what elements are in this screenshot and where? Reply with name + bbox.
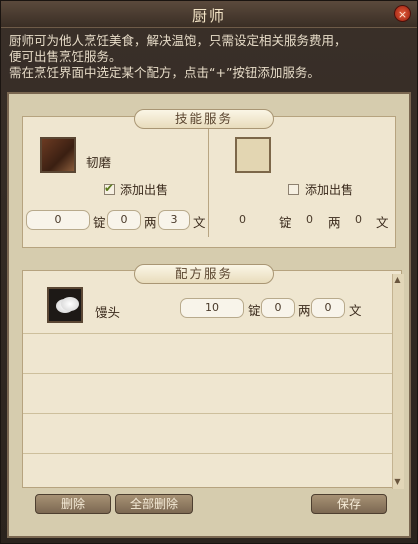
row-divider — [23, 453, 392, 454]
recipe-price-wen-input[interactable]: 0 — [311, 298, 345, 318]
price-liang-input-left[interactable]: 0 — [107, 210, 141, 230]
price-ding-input-left[interactable]: 0 — [26, 210, 90, 230]
row-divider — [23, 373, 392, 374]
title-bar[interactable]: 厨师 × — [1, 1, 417, 28]
close-button[interactable]: × — [394, 5, 411, 22]
recipe-price-ding-input[interactable]: 10 — [180, 298, 244, 318]
price-wen-input-left[interactable]: 3 — [158, 210, 190, 230]
description-line: 便可出售烹饪服务。 — [9, 49, 122, 64]
service-panel: 韧磨 添加出售 0 锭 0 两 3 文 添加出售 0 锭 0 两 0 文 技能服… — [7, 92, 411, 538]
row-divider — [23, 333, 392, 334]
chef-window: 厨师 × 厨师可为他人烹饪美食，解决温饱，只需设定相关服务费用， 便可出售烹饪服… — [0, 0, 418, 544]
recipe-price-liang-input[interactable]: 0 — [261, 298, 295, 318]
description-line: 厨师可为他人烹饪美食，解决温饱，只需设定相关服务费用， — [9, 33, 347, 48]
delete-button[interactable]: 删除 — [35, 494, 111, 514]
unit-liang: 两 — [144, 215, 157, 230]
price-ding-right: 0 — [239, 213, 246, 226]
recipe-service-list: 馒头 10 锭 0 两 0 文 — [22, 270, 402, 488]
price-liang-right: 0 — [306, 213, 313, 226]
description: 厨师可为他人烹饪美食，解决温饱，只需设定相关服务费用， 便可出售烹饪服务。 需在… — [9, 33, 411, 81]
skill-item-icon[interactable] — [40, 137, 76, 173]
recipe-scrollbar[interactable] — [392, 274, 404, 489]
row-divider — [23, 413, 392, 414]
unit-wen: 文 — [193, 215, 206, 230]
skill-service-area: 韧磨 添加出售 0 锭 0 两 3 文 添加出售 0 锭 0 两 0 文 — [22, 116, 396, 248]
save-button[interactable]: 保存 — [311, 494, 387, 514]
add-sale-checkbox-right[interactable] — [288, 184, 299, 195]
unit-ding: 锭 — [248, 303, 261, 318]
unit-wen: 文 — [349, 303, 362, 318]
delete-all-button[interactable]: 全部删除 — [115, 494, 193, 514]
unit-ding: 锭 — [93, 215, 106, 230]
unit-wen: 文 — [376, 215, 389, 230]
price-wen-right: 0 — [355, 213, 362, 226]
unit-ding: 锭 — [279, 215, 292, 230]
skill-divider — [208, 127, 209, 237]
steamed-bun-icon[interactable] — [47, 287, 83, 323]
add-sale-label-left: 添加出售 — [120, 183, 169, 197]
recipe-name: 馒头 — [95, 305, 121, 320]
recipe-service-header: 配方服务 — [134, 264, 274, 284]
empty-slot-icon[interactable] — [235, 137, 271, 173]
scroll-down-icon[interactable]: ▼ — [392, 476, 403, 487]
bun-shape — [61, 297, 79, 311]
skill-service-header: 技能服务 — [134, 109, 274, 129]
unit-liang: 两 — [298, 303, 311, 318]
description-line: 需在烹饪界面中选定某个配方，点击“+”按钮添加服务。 — [9, 65, 320, 80]
skill-item-name: 韧磨 — [86, 155, 112, 170]
scroll-up-icon[interactable]: ▲ — [392, 274, 403, 285]
add-sale-checkbox-left[interactable] — [104, 181, 115, 195]
add-sale-label-right: 添加出售 — [305, 183, 354, 197]
unit-liang: 两 — [328, 215, 341, 230]
window-title: 厨师 — [191, 7, 226, 25]
